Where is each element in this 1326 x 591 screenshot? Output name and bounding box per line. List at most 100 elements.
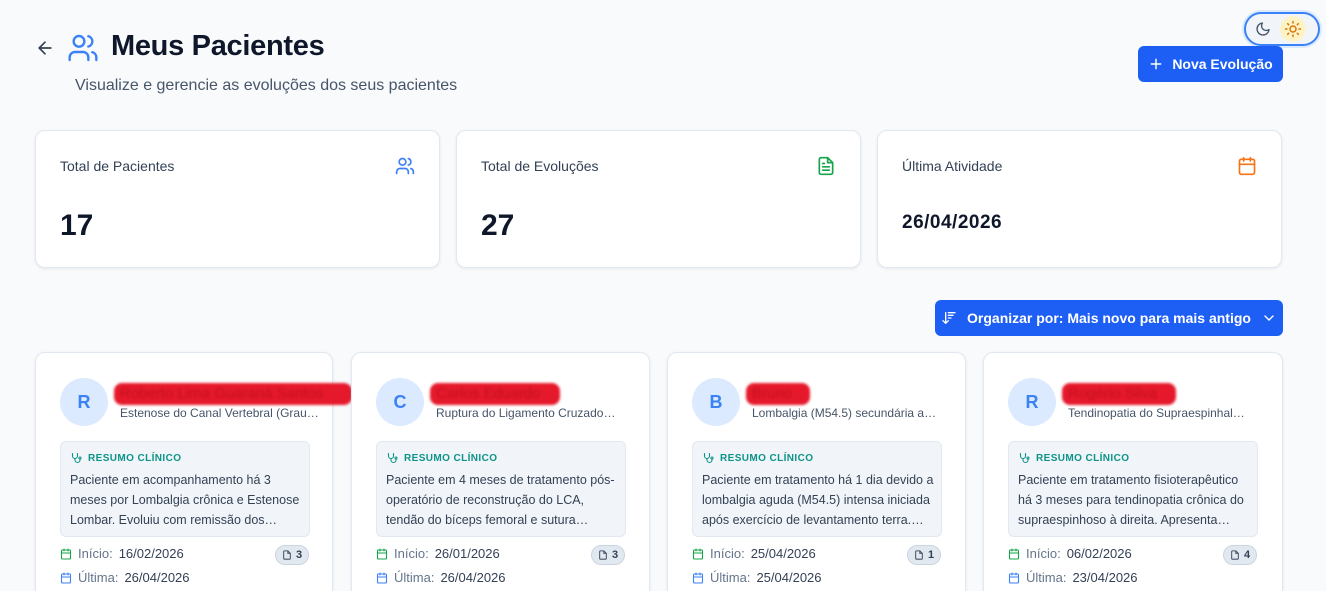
new-evolution-button[interactable]: Nova Evolução bbox=[1138, 46, 1283, 82]
start-date-row: Início: 16/02/2026 bbox=[60, 546, 184, 561]
back-button[interactable] bbox=[34, 37, 56, 59]
calendar-icon bbox=[1008, 547, 1020, 560]
calendar-icon bbox=[60, 571, 72, 584]
patient-card[interactable]: R Rogério Silva Tendinopatia do Supraesp… bbox=[983, 352, 1283, 591]
sort-dropdown[interactable]: Organizar por: Mais novo para mais antig… bbox=[935, 300, 1283, 336]
start-label: Início: bbox=[1026, 546, 1061, 561]
evolution-count-badge: 3 bbox=[275, 545, 310, 565]
calendar-icon bbox=[692, 547, 704, 560]
arrow-left-icon bbox=[38, 41, 52, 55]
stat-value: 17 bbox=[60, 209, 94, 242]
last-date: 26/04/2026 bbox=[124, 570, 190, 585]
evolution-count-badge: 4 bbox=[1223, 545, 1258, 565]
last-date: 23/04/2026 bbox=[1072, 570, 1138, 585]
moon-icon[interactable] bbox=[1250, 16, 1276, 42]
patient-diagnosis: Estenose do Canal Vertebral (Grau I-II) bbox=[120, 406, 320, 420]
stat-card-total-patients: Total de Pacientes 17 bbox=[35, 130, 440, 268]
last-date-row: Última: 25/04/2026 bbox=[692, 570, 822, 585]
file-icon bbox=[599, 550, 607, 560]
evolution-count-badge: 3 bbox=[591, 545, 626, 565]
chevron-down-icon bbox=[1264, 315, 1274, 321]
calendar-icon bbox=[376, 571, 388, 584]
last-date: 25/04/2026 bbox=[756, 570, 822, 585]
avatar: C bbox=[376, 378, 424, 426]
users-icon bbox=[395, 156, 415, 176]
page-title: Meus Pacientes bbox=[111, 30, 325, 62]
patient-card[interactable]: B Bruno Lombalgia (M54.5) secundária a… … bbox=[667, 352, 966, 591]
file-icon bbox=[283, 550, 291, 560]
stethoscope-icon bbox=[71, 452, 82, 464]
stat-value: 27 bbox=[481, 209, 515, 242]
last-date-row: Última: 23/04/2026 bbox=[1008, 570, 1138, 585]
calendar-icon bbox=[376, 547, 388, 560]
avatar: R bbox=[60, 378, 108, 426]
calendar-icon bbox=[60, 547, 72, 560]
stat-value: 26/04/2026 bbox=[902, 212, 1003, 233]
page-subtitle: Visualize e gerencie as evoluções dos se… bbox=[75, 77, 458, 94]
patient-card[interactable]: C Carlos Eduardo Ruptura do Ligamento Cr… bbox=[351, 352, 650, 591]
summary-heading: RESUMO CLÍNICO bbox=[88, 452, 182, 464]
last-label: Última: bbox=[394, 570, 435, 585]
calendar-icon bbox=[1237, 156, 1257, 176]
file-text-icon bbox=[816, 156, 836, 176]
stat-label: Total de Pacientes bbox=[60, 158, 175, 174]
sort-icon bbox=[942, 312, 956, 324]
last-label: Última: bbox=[78, 570, 119, 585]
stat-label: Última Atividade bbox=[902, 158, 1003, 174]
patient-name: Carlos Eduardo bbox=[430, 383, 560, 405]
patient-diagnosis: Tendinopatia do Supraespinhal… bbox=[1068, 406, 1245, 420]
patient-name: Bruno bbox=[746, 383, 810, 405]
plus-icon bbox=[1150, 58, 1162, 70]
start-date: 26/01/2026 bbox=[434, 546, 500, 561]
stethoscope-icon bbox=[1019, 452, 1030, 464]
start-date-row: Início: 25/04/2026 bbox=[692, 546, 816, 561]
stethoscope-icon bbox=[703, 452, 714, 464]
theme-toggle[interactable] bbox=[1244, 12, 1320, 46]
last-label: Última: bbox=[710, 570, 751, 585]
start-label: Início: bbox=[710, 546, 745, 561]
start-date: 16/02/2026 bbox=[118, 546, 184, 561]
clinical-summary: RESUMO CLÍNICO Paciente em 4 meses de tr… bbox=[376, 441, 626, 537]
patient-diagnosis: Lombalgia (M54.5) secundária a… bbox=[752, 406, 937, 420]
sun-icon[interactable] bbox=[1280, 16, 1306, 42]
summary-text: Paciente em tratamento fisioterapêutico … bbox=[1018, 473, 1244, 527]
patient-name: Rogério Silva bbox=[1062, 383, 1176, 405]
new-evolution-label: Nova Evolução bbox=[1172, 56, 1273, 72]
clinical-summary: RESUMO CLÍNICO Paciente em tratamento fi… bbox=[1008, 441, 1258, 537]
summary-text: Paciente em acompanhamento há 3 meses po… bbox=[70, 473, 300, 527]
clinical-summary: RESUMO CLÍNICO Paciente em tratamento há… bbox=[692, 441, 942, 537]
summary-heading: RESUMO CLÍNICO bbox=[404, 452, 498, 464]
stethoscope-icon bbox=[387, 452, 398, 464]
start-date-row: Início: 26/01/2026 bbox=[376, 546, 500, 561]
start-date: 06/02/2026 bbox=[1066, 546, 1132, 561]
clinical-summary: RESUMO CLÍNICO Paciente em acompanhament… bbox=[60, 441, 310, 537]
patient-name: Roberto Lima Guaraná Santos bbox=[114, 383, 352, 405]
start-label: Início: bbox=[78, 546, 113, 561]
last-date: 26/04/2026 bbox=[440, 570, 506, 585]
start-label: Início: bbox=[394, 546, 429, 561]
summary-heading: RESUMO CLÍNICO bbox=[720, 452, 814, 464]
evolution-count: 1 bbox=[928, 549, 935, 561]
users-icon bbox=[67, 32, 99, 64]
evolution-count-badge: 1 bbox=[907, 545, 942, 565]
summary-text: Paciente em 4 meses de tratamento pós-op… bbox=[386, 473, 615, 527]
patient-diagnosis: Ruptura do Ligamento Cruzado… bbox=[436, 406, 616, 420]
calendar-icon bbox=[692, 571, 704, 584]
last-date-row: Última: 26/04/2026 bbox=[60, 570, 190, 585]
calendar-icon bbox=[1008, 571, 1020, 584]
avatar: B bbox=[692, 378, 740, 426]
summary-heading: RESUMO CLÍNICO bbox=[1036, 452, 1130, 464]
evolution-count: 3 bbox=[296, 549, 303, 561]
avatar: R bbox=[1008, 378, 1056, 426]
summary-text: Paciente em tratamento há 1 dia devido a… bbox=[702, 473, 934, 527]
patient-card[interactable]: R Roberto Lima Guaraná Santos Estenose d… bbox=[35, 352, 352, 591]
stat-card-total-evolutions: Total de Evoluções 27 bbox=[456, 130, 861, 268]
file-icon bbox=[915, 550, 923, 560]
stat-label: Total de Evoluções bbox=[481, 158, 599, 174]
evolution-count: 3 bbox=[612, 549, 619, 561]
file-icon bbox=[1231, 550, 1239, 560]
last-date-row: Última: 26/04/2026 bbox=[376, 570, 506, 585]
sort-label: Organizar por: Mais novo para mais antig… bbox=[967, 310, 1251, 326]
stat-card-last-activity: Última Atividade 26/04/2026 bbox=[877, 130, 1282, 268]
evolution-count: 4 bbox=[1244, 549, 1251, 561]
